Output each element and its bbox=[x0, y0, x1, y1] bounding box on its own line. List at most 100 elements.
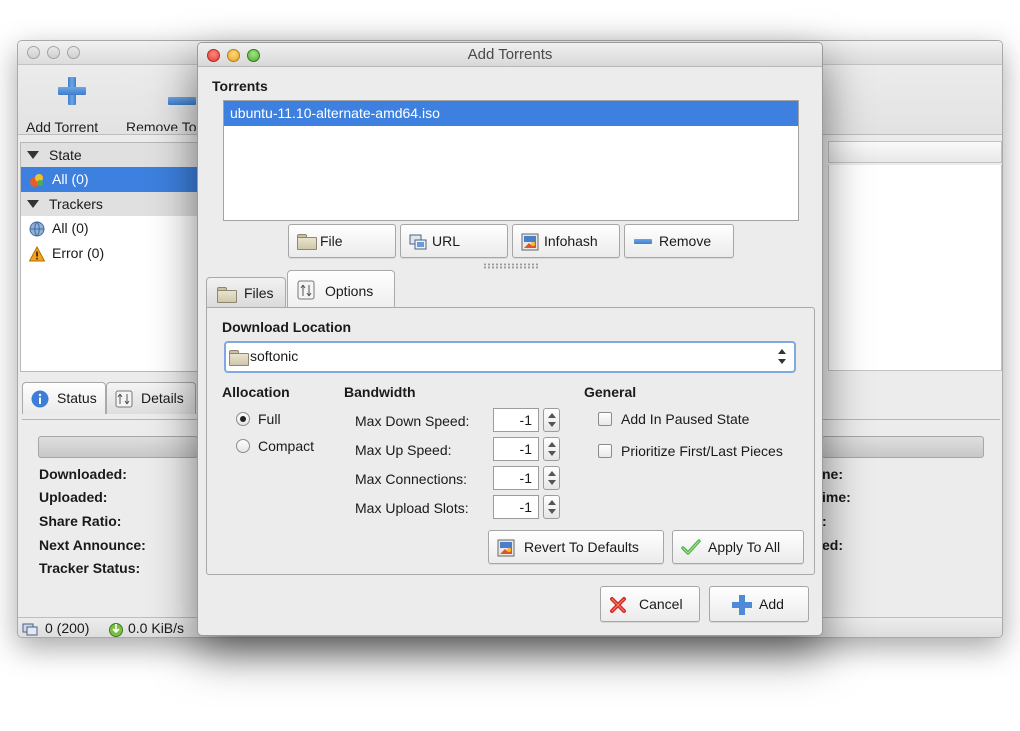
remove-torrent-button[interactable]: Remove bbox=[624, 224, 734, 258]
maximize-button[interactable] bbox=[247, 49, 260, 62]
tab-files[interactable]: Files bbox=[206, 277, 286, 308]
general-label: General bbox=[584, 384, 637, 400]
remove-button-label: Remove bbox=[659, 233, 712, 249]
add-url-button[interactable]: URL bbox=[400, 224, 508, 258]
max-upload-slots-label: Max Upload Slots: bbox=[355, 500, 469, 516]
warning-icon bbox=[29, 246, 45, 262]
tab-details[interactable]: Details bbox=[106, 382, 196, 414]
max-up-speed-label: Max Up Speed: bbox=[355, 442, 452, 458]
uploaded-label: Uploaded: bbox=[39, 489, 108, 505]
add-paused-checkbox[interactable] bbox=[598, 412, 612, 426]
list-item[interactable]: ubuntu-11.10-alternate-amd64.iso bbox=[224, 101, 798, 126]
max-upload-slots-stepper[interactable] bbox=[543, 495, 560, 519]
file-button-label: File bbox=[320, 233, 343, 249]
add-infohash-button[interactable]: Infohash bbox=[512, 224, 620, 258]
dialog-title: Add Torrents bbox=[467, 46, 553, 63]
cancel-button[interactable]: Cancel bbox=[600, 586, 700, 622]
url-icon bbox=[409, 234, 427, 250]
max-connections-input[interactable]: -1 bbox=[493, 466, 539, 490]
prioritize-pieces-label: Prioritize First/Last Pieces bbox=[621, 443, 783, 459]
sidebar-item-trackers-error[interactable]: Error (0) bbox=[21, 241, 209, 266]
select-arrows-icon bbox=[773, 346, 791, 368]
allocation-full-label: Full bbox=[258, 411, 281, 427]
state-all-label: All (0) bbox=[52, 171, 89, 187]
state-header-label: State bbox=[49, 147, 82, 163]
add-button[interactable]: Add bbox=[709, 586, 809, 622]
trackers-error-label: Error (0) bbox=[52, 245, 105, 261]
max-down-speed-input[interactable]: -1 bbox=[493, 408, 539, 432]
max-upload-slots-input[interactable]: -1 bbox=[493, 495, 539, 519]
revert-button-label: Revert To Defaults bbox=[524, 539, 639, 555]
max-down-speed-label: Max Down Speed: bbox=[355, 413, 470, 429]
bandwidth-label: Bandwidth bbox=[344, 384, 416, 400]
max-up-speed-stepper[interactable] bbox=[543, 437, 560, 461]
url-button-label: URL bbox=[432, 233, 461, 249]
torrent-list-header bbox=[828, 141, 1002, 163]
tracker-status-label: Tracker Status: bbox=[39, 560, 141, 576]
trackers-all-label: All (0) bbox=[52, 220, 89, 236]
add-button-label: Add bbox=[759, 596, 784, 612]
infohash-icon bbox=[521, 233, 539, 251]
right-field-2: ime: bbox=[822, 489, 851, 505]
torrent-name: ubuntu-11.10-alternate-amd64.iso bbox=[230, 105, 440, 121]
allocation-label: Allocation bbox=[222, 384, 290, 400]
apply-all-button-label: Apply To All bbox=[708, 539, 781, 555]
torrent-list-pane[interactable] bbox=[828, 165, 1002, 371]
connections-icon bbox=[22, 623, 38, 636]
prioritize-pieces-checkbox[interactable] bbox=[598, 444, 612, 458]
max-connections-stepper[interactable] bbox=[543, 466, 560, 490]
revert-icon bbox=[497, 539, 515, 557]
sidebar-header-trackers[interactable]: Trackers bbox=[21, 192, 209, 216]
max-down-speed-stepper[interactable] bbox=[543, 408, 560, 432]
remove-torrent-toolbar-button[interactable]: Remove To bbox=[124, 75, 206, 131]
dialog-titlebar: Add Torrents bbox=[198, 43, 822, 67]
tab-files-label: Files bbox=[244, 285, 274, 301]
tab-details-label: Details bbox=[141, 390, 184, 406]
next-announce-label: Next Announce: bbox=[39, 537, 146, 553]
cancel-button-label: Cancel bbox=[639, 596, 683, 612]
disclosure-triangle-icon bbox=[27, 151, 39, 159]
minus-icon bbox=[634, 239, 652, 244]
trackers-header-label: Trackers bbox=[49, 196, 103, 212]
torrent-list[interactable]: ubuntu-11.10-alternate-amd64.iso bbox=[223, 100, 799, 221]
filter-sidebar: State All (0) Trackers All (0) Error (0) bbox=[20, 142, 210, 372]
resize-grip-icon[interactable] bbox=[483, 263, 539, 269]
folder-icon bbox=[297, 234, 317, 250]
download-location-select[interactable]: softonic bbox=[224, 341, 796, 373]
sidebar-header-state[interactable]: State bbox=[21, 143, 209, 167]
download-speed-icon bbox=[109, 623, 123, 637]
allocation-compact-label: Compact bbox=[258, 438, 315, 454]
sidebar-item-trackers-all[interactable]: All (0) bbox=[21, 216, 209, 241]
add-torrent-label: Add Torrent bbox=[26, 119, 99, 135]
folder-icon bbox=[229, 350, 249, 366]
revert-to-defaults-button[interactable]: Revert To Defaults bbox=[488, 530, 664, 564]
torrent-progress-bar-left bbox=[38, 436, 198, 458]
download-speed-value[interactable]: 0.0 KiB/s bbox=[128, 620, 184, 636]
allocation-compact-radio[interactable] bbox=[236, 439, 250, 453]
folder-icon bbox=[217, 287, 237, 303]
globe-icon bbox=[29, 221, 45, 237]
options-icon bbox=[297, 280, 315, 300]
remove-torrent-label: Remove To bbox=[126, 119, 197, 131]
checkmark-icon bbox=[681, 539, 701, 555]
tab-status[interactable]: Status bbox=[22, 382, 106, 414]
downloaded-label: Downloaded: bbox=[39, 466, 127, 482]
tab-status-label: Status bbox=[57, 390, 97, 406]
right-field-4: ed: bbox=[822, 537, 843, 553]
add-file-button[interactable]: File bbox=[288, 224, 396, 258]
add-paused-label: Add In Paused State bbox=[621, 411, 750, 427]
close-button[interactable] bbox=[27, 46, 40, 59]
minimize-button[interactable] bbox=[227, 49, 240, 62]
minimize-button[interactable] bbox=[47, 46, 60, 59]
add-icon bbox=[58, 77, 86, 105]
tab-options[interactable]: Options bbox=[287, 270, 395, 308]
connections-count[interactable]: 0 (200) bbox=[45, 620, 89, 636]
add-torrent-toolbar-button[interactable]: Add Torrent bbox=[22, 75, 122, 135]
sidebar-item-state-all[interactable]: All (0) bbox=[21, 167, 209, 192]
close-button[interactable] bbox=[207, 49, 220, 62]
allocation-full-radio[interactable] bbox=[236, 412, 250, 426]
maximize-button[interactable] bbox=[67, 46, 80, 59]
max-up-speed-input[interactable]: -1 bbox=[493, 437, 539, 461]
tab-options-label: Options bbox=[325, 283, 374, 299]
apply-to-all-button[interactable]: Apply To All bbox=[672, 530, 804, 564]
